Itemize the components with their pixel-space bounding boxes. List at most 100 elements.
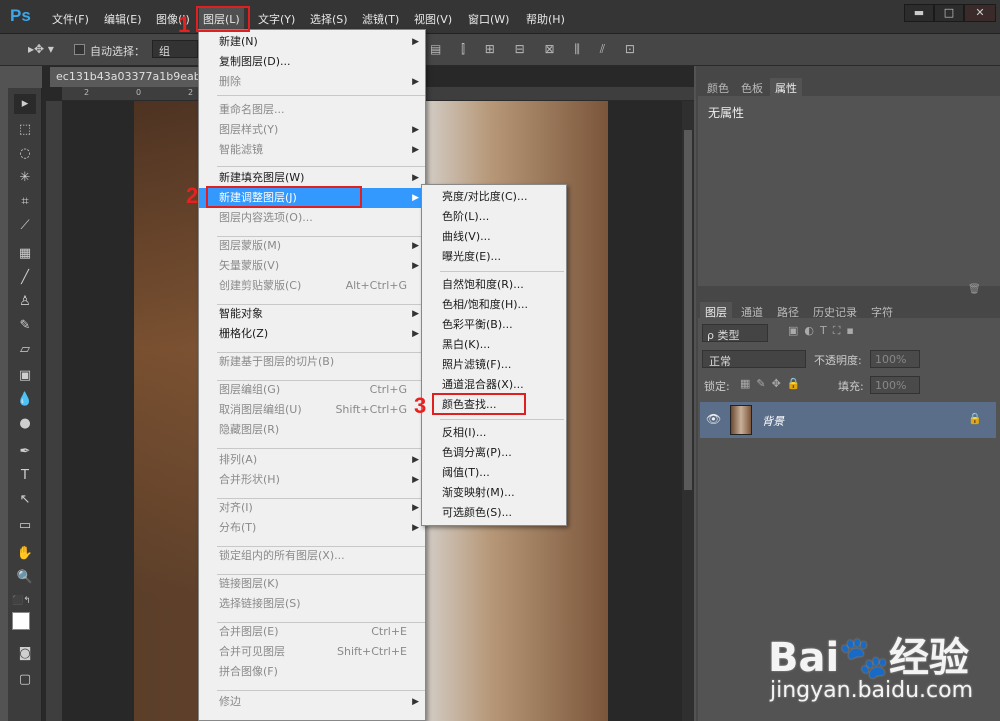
marquee-tool-icon[interactable]: ⬚ (14, 120, 36, 140)
baidu-watermark-logo: Bai🐾经验 (768, 635, 969, 681)
layer-menu-item: 图层编组(G) Ctrl+G (199, 380, 425, 400)
step-number-1: 1 (178, 12, 191, 37)
layer-menu-item: 删除 ▶ (199, 72, 425, 92)
adjustment-menu-item[interactable]: 曲线(V)... (422, 227, 566, 247)
properties-panel: 无属性 🗑 (698, 96, 1000, 295)
align-icons[interactable]: ▤ ⫿ ⊞ ⊟ ⊠ ⫼ ⫽ ⊡ (430, 42, 643, 57)
brush-tool-icon[interactable]: ╱ (14, 268, 36, 288)
menu-item-label: 色阶(L)... (442, 210, 490, 223)
adjustment-menu-item[interactable]: 色彩平衡(B)... (422, 315, 566, 335)
layer-menu-item: 重命名图层... (199, 100, 425, 120)
menu-item-label: 可选颜色(S)... (442, 506, 513, 519)
layer-menu-item[interactable]: 智能对象 ▶ (199, 304, 425, 324)
quick-mask-icon[interactable]: ◙ (14, 644, 36, 664)
move-tool-icon[interactable]: ▸✥ ▾ (28, 42, 54, 56)
gradient-tool-icon[interactable]: ▣ (14, 366, 36, 386)
adjustment-menu-item[interactable]: 自然饱和度(R)... (422, 275, 566, 295)
document-tab[interactable]: ec131b43a03377a1b9eab9e (50, 67, 198, 87)
menu-item-label: 曲线(V)... (442, 230, 491, 243)
lasso-tool-icon[interactable]: ◌ (14, 144, 36, 164)
filter-icons[interactable]: ▣◐T⛶▪ (788, 324, 860, 338)
layer-menu-item[interactable]: 新建填充图层(W) ▶ (199, 168, 425, 188)
tools-panel: ▸ ⬚ ◌ ✳ ⌗ ⟋ ▦ ╱ ♙ ✎ ▱ ▣ 💧 ● ✒ T ↖ ▭ ✋ 🔍 … (8, 88, 42, 721)
layer-menu-item: 取消图层编组(U) Shift+Ctrl+G (199, 400, 425, 420)
layer-menu-item[interactable]: 新建(N) ▶ (199, 32, 425, 52)
adjustment-menu-item[interactable]: 阈值(T)... (422, 463, 566, 483)
path-select-icon[interactable]: ↖ (14, 490, 36, 510)
adjustment-menu-item[interactable]: 亮度/对比度(C)... (422, 187, 566, 207)
layer-menu-item[interactable]: 复制图层(D)... (199, 52, 425, 72)
menu-window[interactable]: 窗口(W) (468, 11, 509, 27)
healing-brush-icon[interactable]: ▦ (14, 244, 36, 264)
tab-color[interactable]: 颜色 (702, 78, 734, 98)
layer-menu-item: 合并可见图层 Shift+Ctrl+E (199, 642, 425, 662)
auto-select-dropdown[interactable]: 组 (152, 40, 198, 58)
layer-lock-icon: 🔒 (968, 412, 982, 425)
layer-row-background[interactable]: 👁 背景 🔒 (700, 402, 996, 438)
lock-icons[interactable]: ▦✎✥🔒 (740, 377, 807, 390)
tab-swatches[interactable]: 色板 (736, 78, 768, 98)
move-tool-icon[interactable]: ▸ (14, 94, 36, 114)
menu-item-label: 隐藏图层(R) (219, 423, 280, 436)
menu-item-shortcut: Ctrl+G (369, 383, 407, 396)
dodge-tool-icon[interactable]: ● (14, 414, 36, 434)
auto-select-checkbox[interactable] (74, 44, 85, 55)
default-colors-icon[interactable]: ⬛↰ (12, 596, 31, 606)
zoom-tool-icon[interactable]: 🔍 (14, 568, 36, 588)
text-tool-icon[interactable]: T (14, 466, 36, 486)
layer-menu-item: 图层样式(Y) ▶ (199, 120, 425, 140)
layer-menu-item[interactable]: 栅格化(Z) ▶ (199, 324, 425, 344)
adjustment-menu-item[interactable]: 渐变映射(M)... (422, 483, 566, 503)
history-brush-icon[interactable]: ✎ (14, 316, 36, 336)
menu-select[interactable]: 选择(S) (310, 11, 348, 27)
kind-filter-dropdown[interactable]: ρ 类型 (702, 324, 768, 342)
layer-menu-item: 隐藏图层(R) (199, 420, 425, 440)
menu-file[interactable]: 文件(F) (52, 11, 89, 27)
menu-edit[interactable]: 编辑(E) (104, 11, 142, 27)
adjustment-menu-item[interactable]: 曝光度(E)... (422, 247, 566, 267)
blur-tool-icon[interactable]: 💧 (14, 390, 36, 410)
properties-empty-text: 无属性 (708, 106, 745, 120)
hand-tool-icon[interactable]: ✋ (14, 544, 36, 564)
adjustment-menu-item[interactable]: 照片滤镜(F)... (422, 355, 566, 375)
adjustment-menu-item[interactable]: 色阶(L)... (422, 207, 566, 227)
layer-name[interactable]: 背景 (762, 413, 784, 429)
menu-item-label: 智能滤镜 (219, 143, 263, 156)
visibility-eye-icon[interactable]: 👁 (706, 412, 721, 426)
adjustment-menu-item[interactable]: 色相/饱和度(H)... (422, 295, 566, 315)
pen-tool-icon[interactable]: ✒ (14, 442, 36, 462)
crop-tool-icon[interactable]: ⌗ (14, 192, 36, 212)
menu-item-label: 图层编组(G) (219, 383, 281, 396)
close-button[interactable]: ✕ (964, 4, 996, 22)
fill-input[interactable]: 100% (870, 376, 920, 394)
eraser-tool-icon[interactable]: ▱ (14, 340, 36, 360)
minimize-button[interactable]: ▬ (904, 4, 934, 22)
adjustment-menu-item[interactable]: 反相(I)... (422, 423, 566, 443)
menu-view[interactable]: 视图(V) (414, 11, 452, 27)
annotation-box-layer-menu (196, 6, 250, 32)
menu-separator (440, 419, 564, 420)
stamp-tool-icon[interactable]: ♙ (14, 292, 36, 312)
foreground-color-swatch[interactable] (12, 612, 30, 630)
menu-item-label: 自然饱和度(R)... (442, 278, 524, 291)
adjustment-menu-item[interactable]: 黑白(K)... (422, 335, 566, 355)
eyedropper-icon[interactable]: ⟋ (14, 216, 36, 236)
trash-icon[interactable]: 🗑 (968, 284, 981, 295)
magic-wand-icon[interactable]: ✳ (14, 168, 36, 188)
maximize-button[interactable]: □ (934, 4, 964, 22)
tab-properties[interactable]: 属性 (770, 78, 802, 98)
adjustment-menu-item[interactable]: 可选颜色(S)... (422, 503, 566, 523)
menu-filter[interactable]: 滤镜(T) (362, 11, 399, 27)
shape-tool-icon[interactable]: ▭ (14, 516, 36, 536)
screen-mode-icon[interactable]: ▢ (14, 670, 36, 690)
adjustment-menu-item[interactable]: 色调分离(P)... (422, 443, 566, 463)
submenu-arrow-icon: ▶ (412, 455, 419, 465)
opacity-input[interactable]: 100% (870, 350, 920, 368)
menu-help[interactable]: 帮助(H) (526, 11, 565, 27)
adjustment-menu-item[interactable]: 通道混合器(X)... (422, 375, 566, 395)
menu-item-label: 图层样式(Y) (219, 123, 279, 136)
submenu-arrow-icon: ▶ (412, 475, 419, 485)
menu-type[interactable]: 文字(Y) (258, 11, 295, 27)
scrollbar-thumb[interactable] (684, 130, 692, 490)
blend-mode-dropdown[interactable]: 正常 (702, 350, 806, 368)
